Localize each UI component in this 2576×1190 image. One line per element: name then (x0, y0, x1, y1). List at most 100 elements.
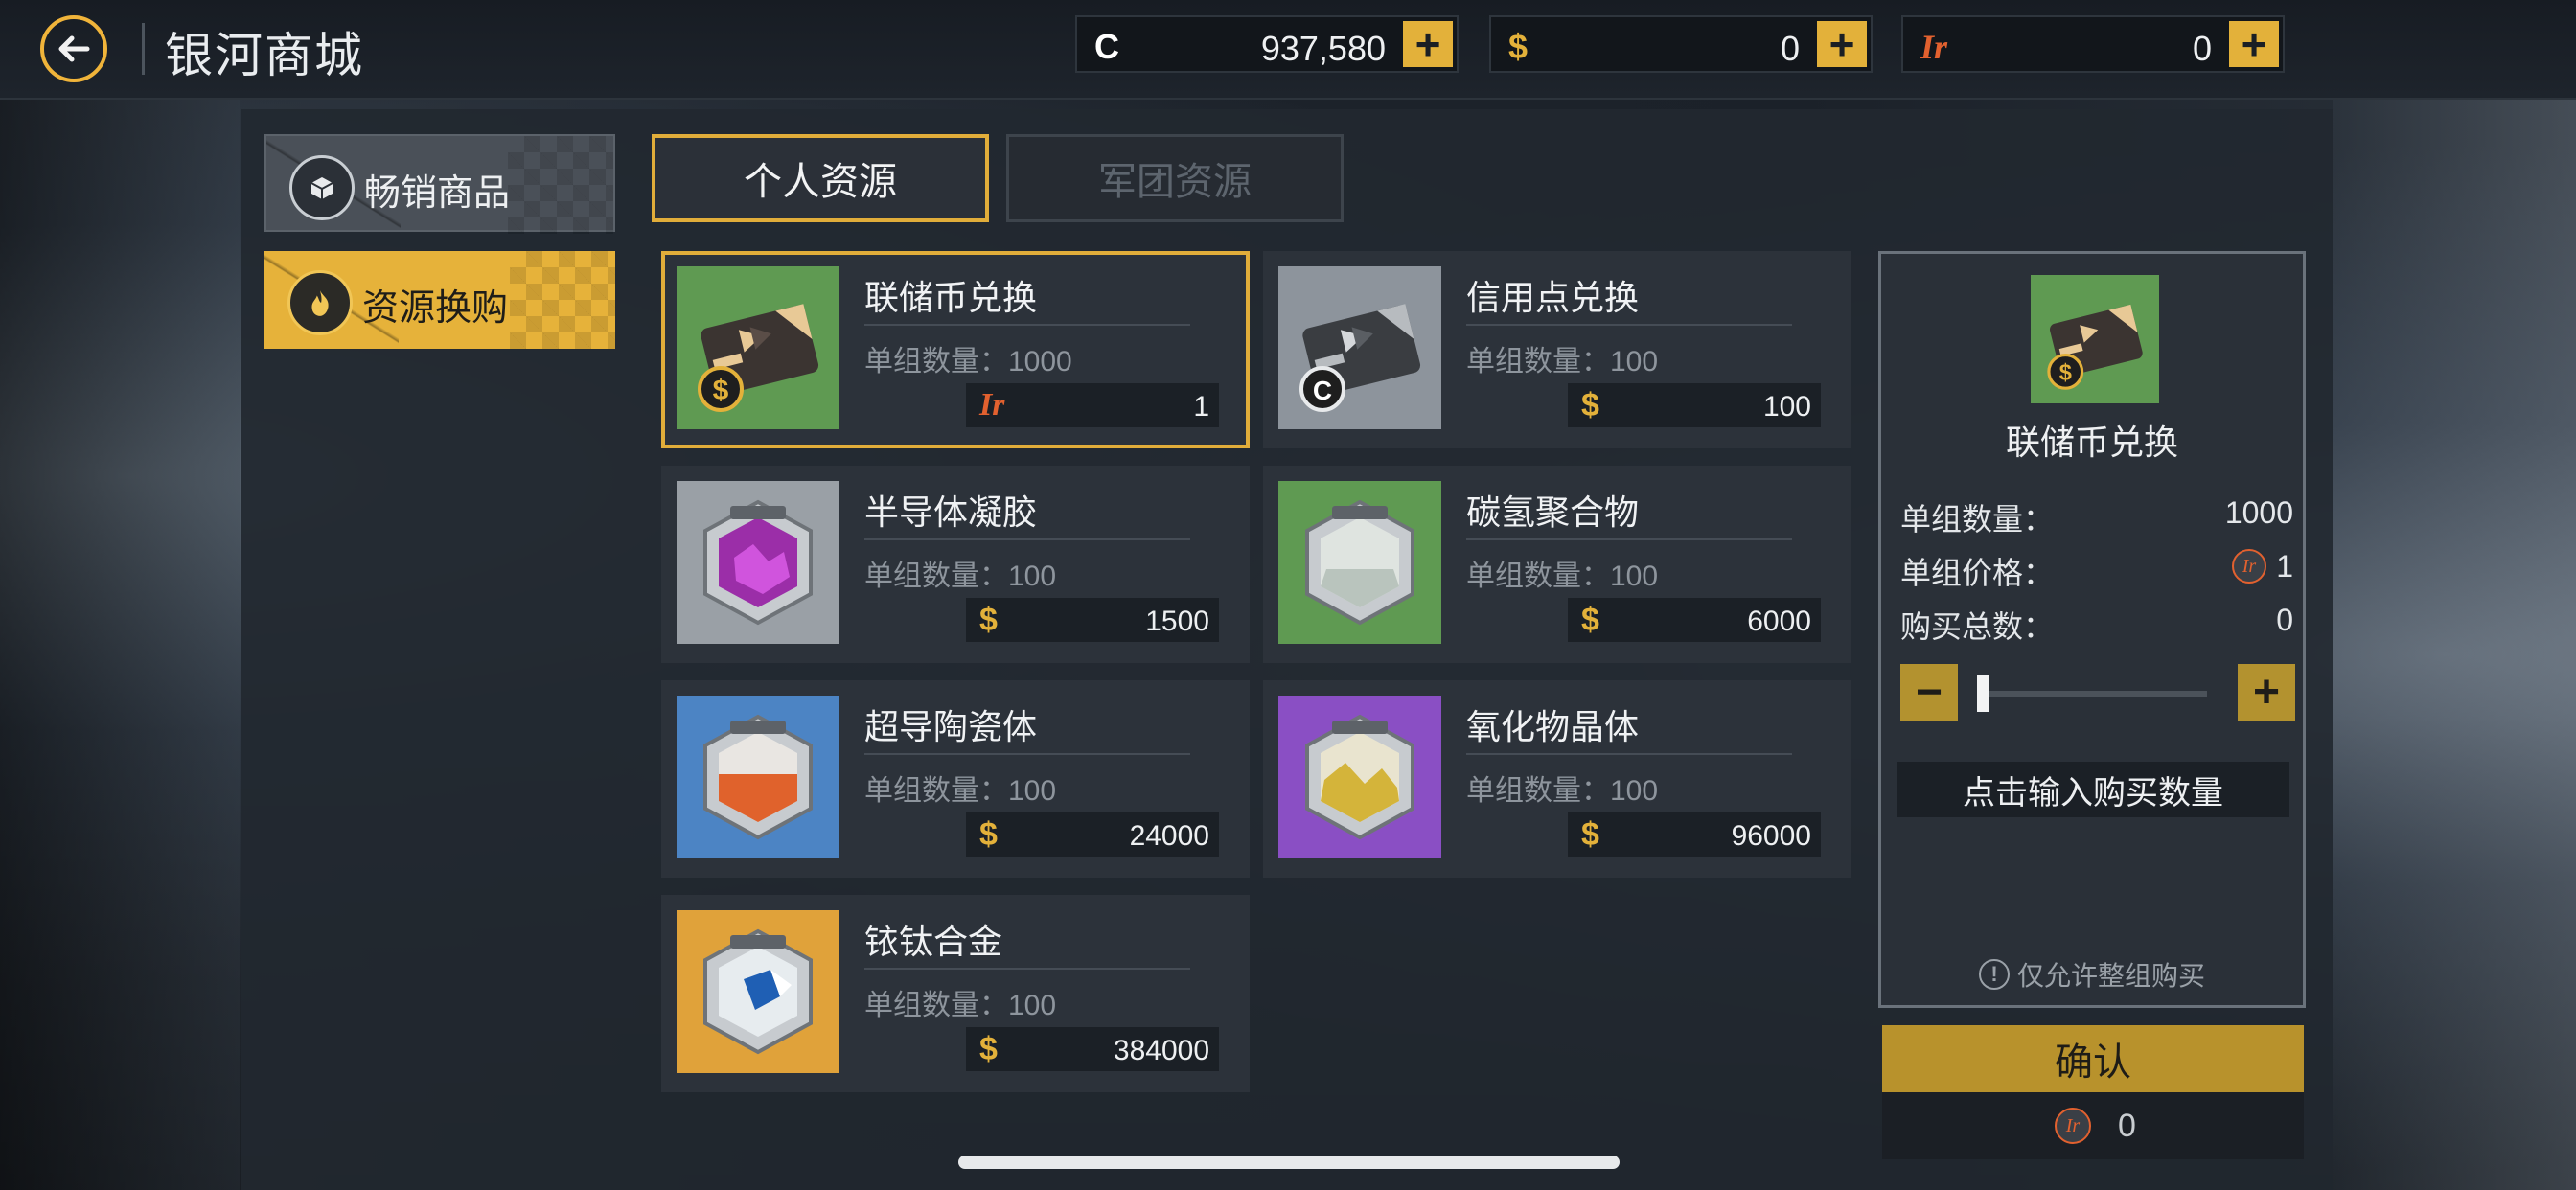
dollar-currency-icon: $ (979, 1031, 998, 1067)
credit-balance: C 937,580 + (1075, 15, 1459, 73)
item-price: $ 384000 (966, 1027, 1219, 1071)
purchase-detail-panel: $ 联储币兑换 单组数量： 1000 单组价格： Ir 1 购买总数： 0 − … (1878, 251, 2306, 1008)
iridium-coin-icon: Ir (2055, 1108, 2091, 1144)
dollar-currency-icon: $ (1581, 602, 1599, 638)
oxide-crystal-icon (1278, 696, 1441, 858)
row-value: 0 (2276, 603, 2293, 637)
total-cost-value: 0 (2118, 1108, 2136, 1144)
row-value: 1000 (2224, 495, 2293, 530)
dollar-amount: 0 (1780, 29, 1800, 68)
home-indicator[interactable] (958, 1156, 1620, 1169)
hydrocarbon-polymer-icon (1278, 481, 1441, 644)
tab-label: 军团资源 (1098, 161, 1252, 203)
divider (864, 968, 1190, 970)
tab-legion-resources[interactable]: 军团资源 (1006, 134, 1344, 222)
price-value: 384000 (1113, 1035, 1209, 1066)
item-quantity: 单组数量：1000 (864, 346, 1072, 378)
purchase-note: ! 仅允许整组购买 (1881, 955, 2303, 994)
item-price: $ 6000 (1568, 598, 1821, 642)
item-card-alliance-coin[interactable]: $ 联储币兑换 单组数量：1000 Ir 1 (661, 251, 1250, 448)
item-card-superconducting-ceramic[interactable]: 超导陶瓷体 单组数量：100 $ 24000 (661, 680, 1250, 878)
item-price: $ 100 (1568, 383, 1821, 427)
iridium-amount: 0 (2192, 29, 2212, 68)
quantity-slider-thumb[interactable] (1977, 675, 1989, 712)
decor-checker (510, 251, 615, 349)
svg-text:C: C (1313, 376, 1332, 405)
decrease-button[interactable]: − (1900, 664, 1958, 721)
flame-icon (288, 270, 353, 335)
credit-symbol-icon: C (1094, 27, 1119, 66)
row-label: 单组数量： (1900, 502, 2055, 537)
title-divider (142, 23, 145, 75)
divider (864, 538, 1190, 540)
sidebar-item-resource-exchange[interactable]: 资源换购 (264, 251, 615, 349)
selected-item-name: 联储币兑换 (2005, 423, 2178, 462)
svg-text:$: $ (713, 375, 729, 406)
tab-label: 个人资源 (744, 161, 897, 203)
back-button[interactable] (40, 15, 107, 82)
alliance-coin-card-icon: $ (677, 266, 840, 429)
iridium-coin-icon: Ir (2232, 549, 2266, 584)
minus-icon: − (1915, 667, 1944, 718)
total-cost: Ir 0 (1882, 1092, 2304, 1159)
top-bar: 银河商城 C 937,580 + $ 0 + Ir 0 + (0, 0, 2576, 100)
detail-row-group-quantity: 单组数量： 1000 (1900, 495, 2293, 539)
item-price: $ 96000 (1568, 812, 1821, 857)
info-icon: ! (1978, 959, 2010, 990)
item-card-credit-points[interactable]: C 信用点兑换 单组数量：100 $ 100 (1263, 251, 1852, 448)
price-value: 96000 (1731, 820, 1811, 852)
item-quantity: 单组数量：100 (1466, 346, 1659, 378)
iridium-titanium-alloy-icon (677, 910, 840, 1073)
tab-personal-resources[interactable]: 个人资源 (652, 134, 989, 222)
svg-text:$: $ (2059, 361, 2072, 386)
detail-row-total-purchase: 购买总数： 0 (1900, 603, 2293, 647)
dollar-currency-icon: $ (1581, 816, 1599, 853)
iridium-balance: Ir 0 + (1901, 15, 2285, 73)
add-iridium-button[interactable]: + (2229, 21, 2279, 67)
decor-checker (508, 136, 613, 234)
background-structure-right (2333, 96, 2576, 1190)
price-value: 1 (1193, 391, 1209, 423)
plus-icon: + (2252, 667, 2281, 718)
increase-button[interactable]: + (2238, 664, 2295, 721)
dollar-symbol-icon: $ (1508, 27, 1529, 66)
item-card-semiconductor-gel[interactable]: 半导体凝胶 单组数量：100 $ 1500 (661, 466, 1250, 663)
sidebar-item-bestsellers[interactable]: 畅销商品 (264, 134, 615, 234)
item-quantity: 单组数量：100 (864, 990, 1057, 1021)
dollar-currency-icon: $ (979, 602, 998, 638)
item-name: 联储币兑换 (864, 278, 1038, 317)
confirm-button[interactable]: 确认 (1882, 1025, 2304, 1092)
input-label: 点击输入购买数量 (1963, 774, 2223, 812)
row-label: 单组价格： (1900, 556, 2055, 590)
divider (1466, 753, 1792, 755)
selected-item-icon: $ (2031, 275, 2159, 403)
price-value: 1500 (1145, 606, 1209, 637)
item-quantity: 单组数量：100 (864, 775, 1057, 807)
dollar-currency-icon: $ (979, 816, 998, 853)
semiconductor-gel-icon (677, 481, 840, 644)
quantity-slider-track[interactable] (1977, 675, 2207, 712)
quantity-input-button[interactable]: 点击输入购买数量 (1897, 762, 2289, 817)
add-dollar-button[interactable]: + (1817, 21, 1867, 67)
price-value: 6000 (1747, 606, 1811, 637)
divider (1466, 324, 1792, 326)
arrow-left-icon (58, 35, 90, 62)
add-credit-button[interactable]: + (1403, 21, 1453, 67)
item-quantity: 单组数量：100 (1466, 775, 1659, 807)
item-name: 碳氢聚合物 (1466, 492, 1640, 532)
item-name: 超导陶瓷体 (864, 707, 1038, 746)
divider (864, 753, 1190, 755)
item-name: 铱钛合金 (864, 922, 1003, 961)
dollar-balance: $ 0 + (1489, 15, 1873, 73)
credit-card-icon: C (1278, 266, 1441, 429)
page-title: 银河商城 (165, 29, 364, 82)
item-card-oxide-crystal[interactable]: 氧化物晶体 单组数量：100 $ 96000 (1263, 680, 1852, 878)
item-name: 信用点兑换 (1466, 278, 1640, 317)
background-structure-left (0, 96, 240, 1190)
sidebar-item-label: 畅销商品 (364, 173, 511, 214)
confirm-label: 确认 (2055, 1041, 2131, 1084)
item-card-hydrocarbon-polymer[interactable]: 碳氢聚合物 单组数量：100 $ 6000 (1263, 466, 1852, 663)
item-card-iridium-titanium-alloy[interactable]: 铱钛合金 单组数量：100 $ 384000 (661, 895, 1250, 1092)
item-quantity: 单组数量：100 (864, 561, 1057, 592)
item-price: $ 24000 (966, 812, 1219, 857)
